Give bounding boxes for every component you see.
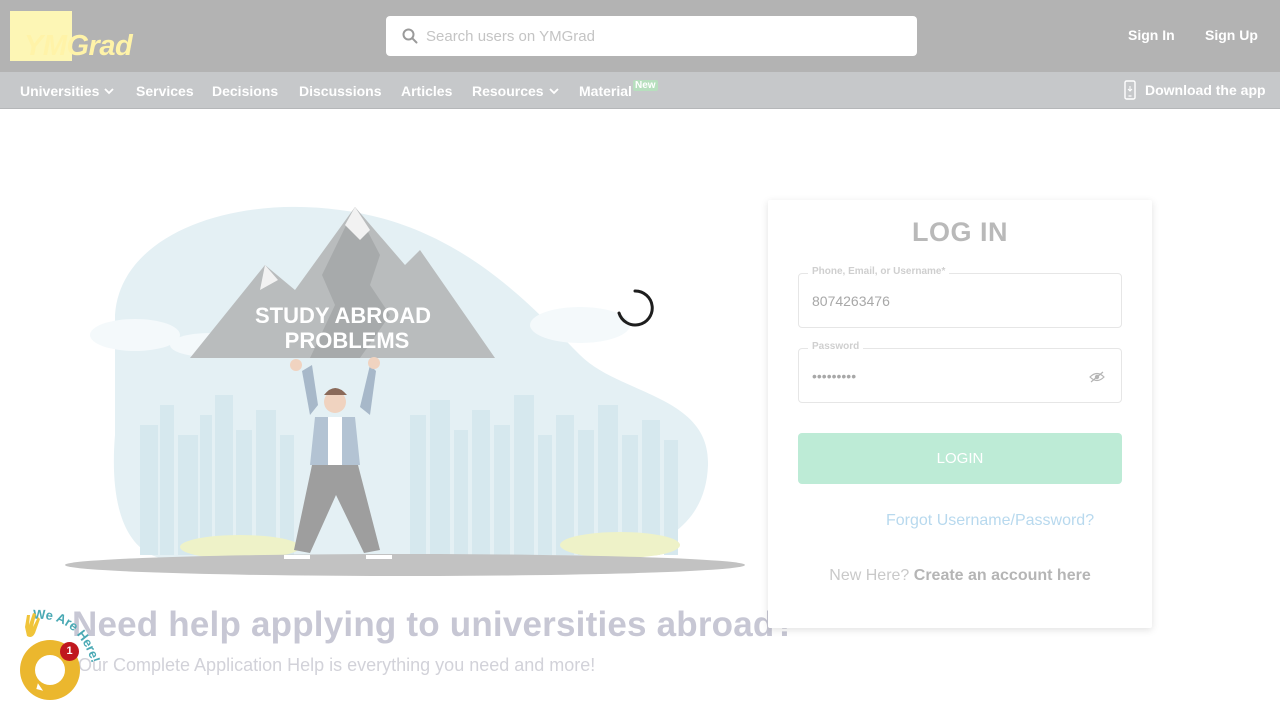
download-app-label: Download the app xyxy=(1145,82,1266,98)
chat-icon xyxy=(35,655,65,685)
phone-field-value[interactable]: 8074263476 xyxy=(812,293,890,309)
search-icon xyxy=(402,28,418,44)
new-here-row: New Here? Create an account here xyxy=(768,567,1152,585)
phone-icon xyxy=(1124,80,1136,100)
new-here-text: New Here? xyxy=(829,567,910,584)
login-button[interactable]: LOGIN xyxy=(798,433,1122,484)
nav-articles[interactable]: Articles xyxy=(401,83,452,99)
nav-services-label: Services xyxy=(136,83,194,99)
nav-material-label: Material xyxy=(579,83,632,99)
loading-spinner-icon xyxy=(617,289,654,327)
nav-universities-label: Universities xyxy=(20,83,100,99)
illustration-text-2: PROBLEMS xyxy=(285,328,410,353)
hero-headline: Need help applying to universities abroa… xyxy=(72,605,797,644)
nav-discussions-label: Discussions xyxy=(299,83,382,99)
ymgrad-logo[interactable]: YMGrad xyxy=(10,11,155,61)
login-card: LOG IN Phone, Email, or Username* 807426… xyxy=(768,200,1152,628)
study-abroad-illustration: STUDY ABROAD PROBLEMS xyxy=(65,206,745,576)
password-field-label: Password xyxy=(808,341,864,352)
sign-in-link[interactable]: Sign In xyxy=(1128,27,1175,43)
search-bar[interactable] xyxy=(386,16,917,56)
chevron-down-icon xyxy=(548,88,559,95)
nav-universities[interactable]: Universities xyxy=(20,83,115,99)
nav-resources-label: Resources xyxy=(472,83,544,99)
chevron-down-icon xyxy=(104,88,115,95)
nav-resources[interactable]: Resources xyxy=(472,83,559,99)
phone-email-username-field[interactable]: Phone, Email, or Username* 8074263476 xyxy=(798,266,1122,328)
create-account-link[interactable]: Create an account here xyxy=(914,567,1091,584)
chat-notification-badge: 1 xyxy=(60,642,79,661)
download-app-link[interactable]: Download the app xyxy=(1124,80,1266,100)
nav-decisions-label: Decisions xyxy=(212,83,279,99)
phone-field-label: Phone, Email, or Username* xyxy=(808,266,950,277)
logo-text: YMGrad xyxy=(24,30,133,62)
illustration-text-1: STUDY ABROAD xyxy=(255,303,431,328)
forgot-password-link[interactable]: Forgot Username/Password? xyxy=(886,512,1094,530)
eye-icon[interactable] xyxy=(1089,371,1105,383)
sign-up-link[interactable]: Sign Up xyxy=(1205,27,1258,43)
nav-articles-label: Articles xyxy=(401,83,453,99)
password-field-value[interactable]: ••••••••• xyxy=(812,368,856,384)
top-bar: YMGrad Sign In Sign Up xyxy=(0,0,1280,72)
nav-material[interactable]: Material xyxy=(579,83,632,99)
password-field[interactable]: Password ••••••••• xyxy=(798,341,1122,403)
nav-services[interactable]: Services xyxy=(136,83,194,99)
nav-decisions[interactable]: Decisions xyxy=(212,83,278,99)
nav-discussions[interactable]: Discussions xyxy=(299,83,381,99)
new-badge: New xyxy=(633,80,658,91)
search-input[interactable] xyxy=(426,27,896,45)
hero-subline: Our Complete Application Help is everyth… xyxy=(78,655,596,675)
login-title: LOG IN xyxy=(912,217,1008,247)
